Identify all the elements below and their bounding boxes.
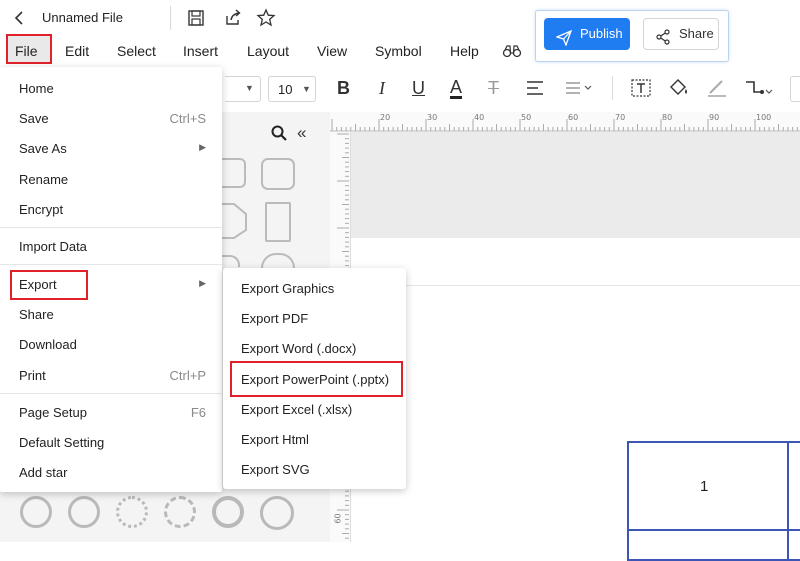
menu-item-print[interactable]: Print (19, 368, 46, 383)
chevron-down-icon: ▼ (302, 84, 311, 94)
menu-item-import-data[interactable]: Import Data (19, 239, 87, 254)
menu-edit[interactable]: Edit (65, 43, 89, 59)
chevron-down-icon: ▼ (245, 83, 254, 93)
page-setup-shortcut: F6 (190, 405, 206, 420)
font-size-select[interactable]: 10 ▼ (268, 76, 316, 102)
page-boundary-line (351, 285, 800, 286)
file-menu-dropdown: Home Save Ctrl+S Save As ▶ Rename Encryp… (0, 67, 222, 492)
ruler-number: 30 (427, 113, 438, 122)
horizontal-ruler: 20 30 40 50 60 70 80 90 100 (330, 112, 800, 133)
pptx-highlight-box (230, 361, 403, 397)
menu-symbol[interactable]: Symbol (375, 43, 422, 59)
menu-file[interactable]: File (15, 43, 38, 59)
ruler-number: 40 (474, 113, 485, 122)
export-share-icon[interactable] (223, 8, 243, 28)
menu-item-page-setup[interactable]: Page Setup (19, 405, 87, 420)
library-circle-shape[interactable] (68, 496, 100, 528)
export-submenu: Export Graphics Export PDF Export Word (… (223, 268, 406, 489)
export-excel-item[interactable]: Export Excel (.xlsx) (241, 402, 352, 417)
search-icon[interactable] (270, 124, 288, 145)
menu-item-encrypt[interactable]: Encrypt (19, 202, 63, 217)
star-icon[interactable] (256, 8, 276, 28)
table-row-divider (627, 529, 800, 531)
table-cell-text[interactable]: 1 (700, 478, 708, 495)
back-arrow-icon[interactable] (10, 8, 30, 28)
menu-help[interactable]: Help (450, 43, 479, 59)
ruler-number: 50 (521, 113, 532, 122)
menu-item-save[interactable]: Save (19, 111, 49, 126)
text-box-icon[interactable] (631, 79, 651, 97)
menu-insert[interactable]: Insert (183, 43, 218, 59)
print-shortcut: Ctrl+P (169, 368, 206, 383)
connector-icon[interactable] (744, 78, 774, 98)
ruler-number: 60 (568, 113, 579, 122)
italic-icon[interactable]: I (379, 78, 385, 99)
library-shape[interactable] (222, 158, 246, 188)
menu-divider (0, 393, 222, 394)
fill-bucket-icon[interactable] (668, 78, 690, 98)
submenu-arrow-icon: ▶ (199, 142, 206, 152)
menu-select[interactable]: Select (117, 43, 156, 59)
menu-item-share[interactable]: Share (19, 307, 54, 322)
ruler-number: 90 (709, 113, 720, 122)
menu-item-home[interactable]: Home (19, 81, 54, 96)
ruler-number: 20 (380, 113, 391, 122)
menu-view[interactable]: View (317, 43, 347, 59)
file-title[interactable]: Unnamed File (42, 10, 123, 25)
export-graphics-item[interactable]: Export Graphics (241, 281, 334, 296)
library-circle-shape[interactable] (164, 496, 196, 528)
library-circle-shape[interactable] (260, 496, 294, 530)
library-circle-shape[interactable] (20, 496, 52, 528)
table-column-divider (787, 441, 789, 561)
save-icon[interactable] (186, 8, 206, 28)
menu-item-add-star[interactable]: Add star (19, 465, 67, 480)
strikethrough-icon[interactable]: T (488, 78, 499, 99)
menu-layout[interactable]: Layout (247, 43, 289, 59)
menu-item-save-as[interactable]: Save As (19, 141, 67, 156)
font-family-select[interactable]: ▼ (225, 76, 261, 102)
export-html-item[interactable]: Export Html (241, 432, 309, 447)
library-circle-shape[interactable] (212, 496, 244, 528)
title-divider (170, 6, 171, 30)
library-circle-shape[interactable] (116, 496, 148, 528)
ruler-number: 100 (756, 113, 772, 122)
line-spacing-icon[interactable] (565, 80, 593, 96)
align-icon[interactable] (526, 80, 544, 96)
line-color-icon[interactable] (706, 78, 728, 98)
library-shape[interactable] (265, 202, 291, 242)
export-svg-item[interactable]: Export SVG (241, 462, 310, 477)
font-size-value: 10 (278, 82, 293, 97)
bold-icon[interactable]: B (337, 78, 350, 99)
canvas-table[interactable] (627, 441, 800, 561)
menu-item-download[interactable]: Download (19, 337, 77, 352)
export-word-item[interactable]: Export Word (.docx) (241, 341, 356, 356)
ruler-number: 60 (333, 513, 343, 524)
font-color-icon[interactable]: A (450, 78, 463, 99)
export-highlight-box (10, 270, 88, 300)
save-shortcut: Ctrl+S (169, 111, 206, 126)
ruler-number: 80 (662, 113, 673, 122)
menu-divider (0, 264, 222, 265)
collapse-panel-icon[interactable]: « (297, 123, 306, 143)
toolbar-divider (612, 76, 613, 100)
library-shape[interactable] (261, 158, 295, 190)
underline-icon[interactable]: U (412, 78, 425, 99)
ruler-number: 70 (615, 113, 626, 122)
menu-item-default-setting[interactable]: Default Setting (19, 435, 104, 450)
binoculars-icon[interactable] (502, 42, 522, 60)
canvas-margin-area (351, 132, 800, 238)
menu-divider (0, 227, 222, 228)
export-pdf-item[interactable]: Export PDF (241, 311, 308, 326)
menu-item-rename[interactable]: Rename (19, 172, 68, 187)
more-tools-select[interactable] (790, 76, 800, 102)
submenu-arrow-icon: ▶ (199, 278, 206, 288)
library-shape[interactable] (222, 202, 248, 240)
